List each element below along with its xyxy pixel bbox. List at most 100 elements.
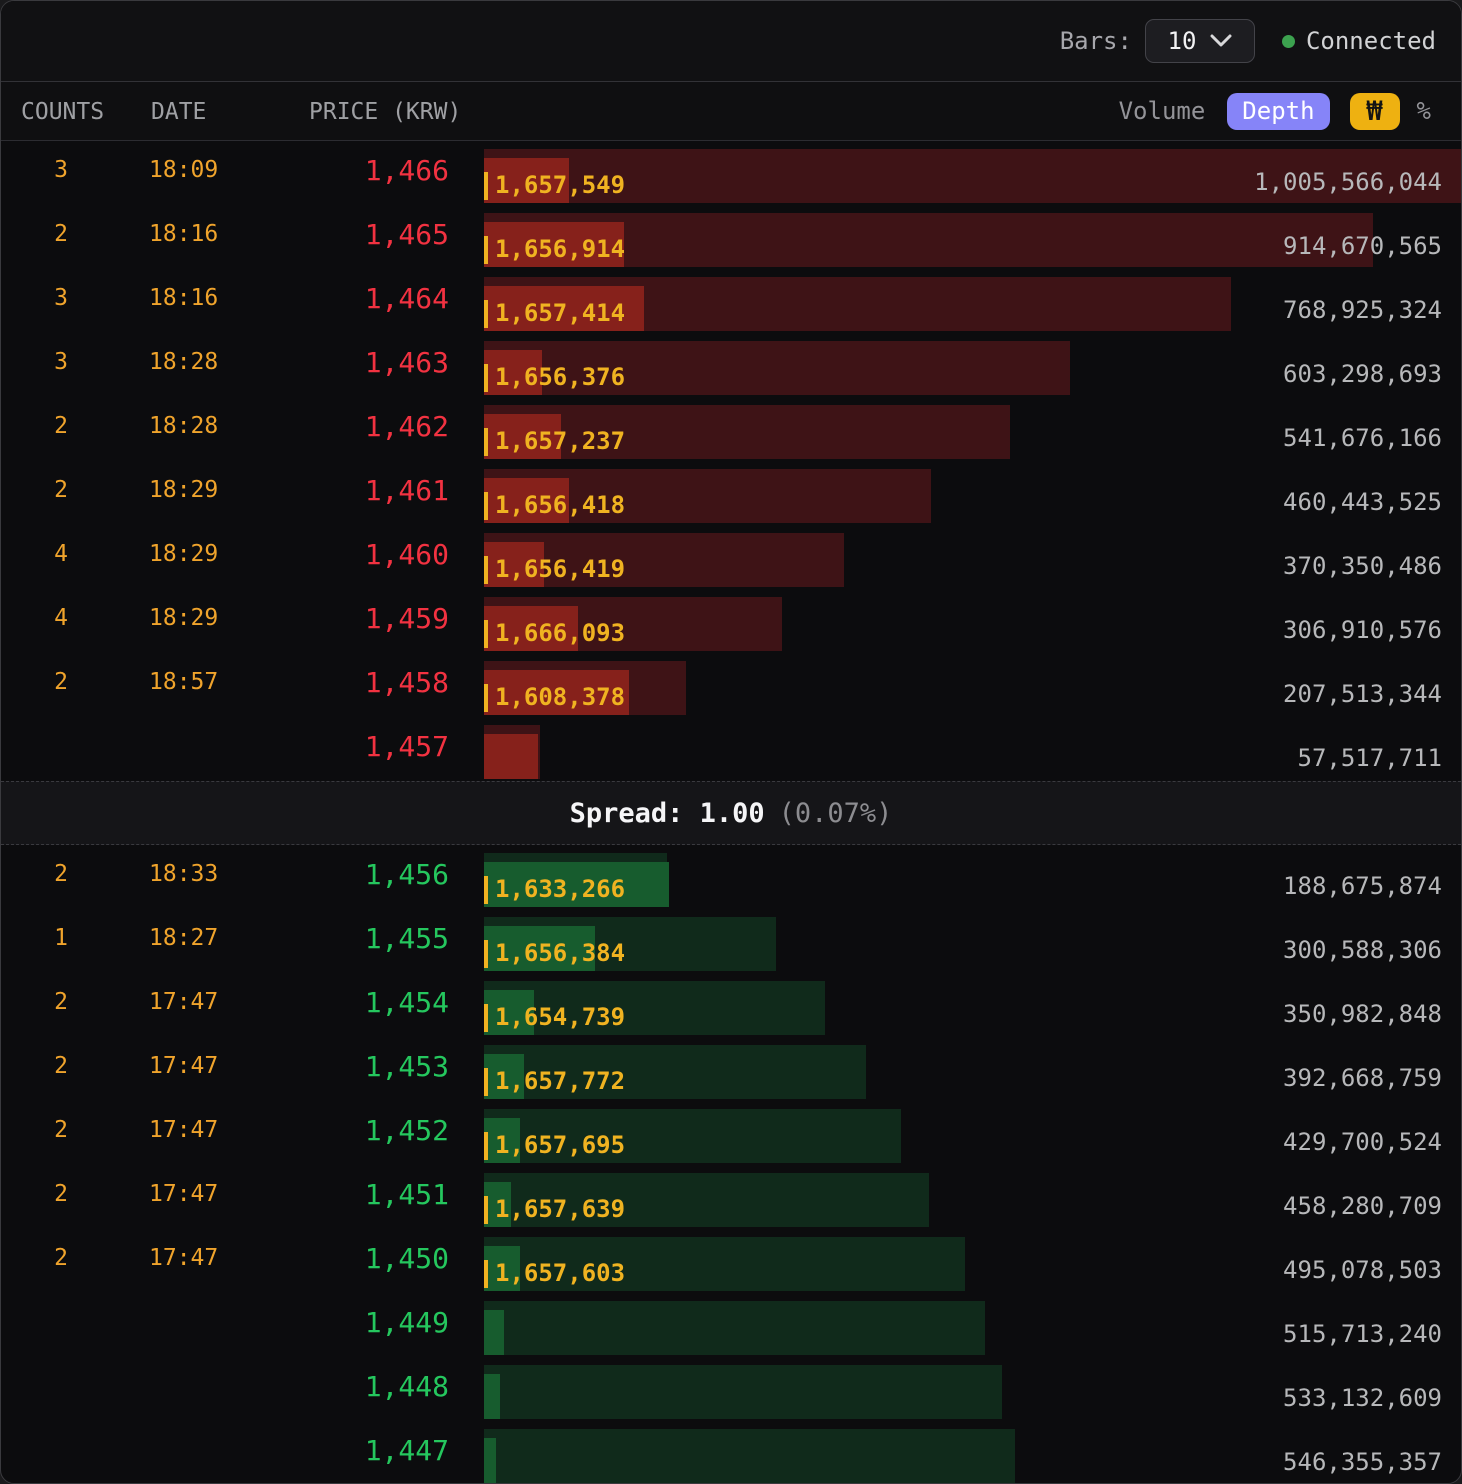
- trade-time: 17:47: [149, 1245, 218, 1271]
- ask-row[interactable]: 1,457 57,517,711: [1, 717, 1461, 781]
- ask-row[interactable]: 218:281,4621,657,237541,676,166: [1, 397, 1461, 461]
- bid-cumulative-depth-bar: [484, 1301, 985, 1355]
- order-count: 2: [39, 413, 83, 439]
- ask-price[interactable]: 1,465: [271, 218, 449, 251]
- ask-row[interactable]: 318:091,4661,657,5491,005,566,044: [1, 141, 1461, 205]
- ask-row[interactable]: 218:571,4581,608,378207,513,344: [1, 653, 1461, 717]
- trade-time: 18:29: [149, 477, 218, 503]
- bid-row[interactable]: 1,449 515,713,240: [1, 1293, 1461, 1357]
- ask-price[interactable]: 1,457: [271, 730, 449, 763]
- order-count: 2: [39, 221, 83, 247]
- ask-volume-label: 1,656,419: [484, 556, 625, 584]
- trade-time: 17:47: [149, 1117, 218, 1143]
- bid-cumulative-depth-value: 392,668,759: [1283, 1064, 1442, 1092]
- trade-time: 18:28: [149, 349, 218, 375]
- order-count: 3: [39, 285, 83, 311]
- percent-toggle[interactable]: %: [1417, 97, 1431, 125]
- bid-cumulative-depth-value: 533,132,609: [1283, 1384, 1442, 1412]
- ask-price[interactable]: 1,460: [271, 538, 449, 571]
- bid-price[interactable]: 1,447: [271, 1434, 449, 1467]
- bid-price[interactable]: 1,451: [271, 1178, 449, 1211]
- trade-time: 17:47: [149, 1181, 218, 1207]
- bid-cumulative-depth-value: 350,982,848: [1283, 1000, 1442, 1028]
- volume-toggle[interactable]: Volume: [1119, 97, 1206, 125]
- bid-row[interactable]: 2 18:33 1,456 1,633,266 188,675,874: [1, 845, 1461, 909]
- bars-select[interactable]: 10: [1145, 19, 1255, 63]
- bid-volume-bar: [484, 1438, 496, 1483]
- ask-cumulative-depth-value: 768,925,324: [1283, 296, 1442, 324]
- ask-price[interactable]: 1,462: [271, 410, 449, 443]
- ask-volume-label: 1,656,376: [484, 364, 625, 392]
- ask-cumulative-depth-value: 57,517,711: [1298, 744, 1443, 772]
- order-count: 2: [39, 861, 83, 887]
- bid-row[interactable]: 217:471,4541,654,739350,982,848: [1, 973, 1461, 1037]
- ask-price[interactable]: 1,466: [271, 154, 449, 187]
- bid-row[interactable]: 1,448 533,132,609: [1, 1357, 1461, 1421]
- bid-row[interactable]: 118:271,4551,656,384300,588,306: [1, 909, 1461, 973]
- bid-price[interactable]: 1,449: [271, 1306, 449, 1339]
- ask-price[interactable]: 1,463: [271, 346, 449, 379]
- bid-row[interactable]: 217:471,4521,657,695429,700,524: [1, 1101, 1461, 1165]
- bid-cumulative-depth-value: 495,078,503: [1283, 1256, 1442, 1284]
- ask-row[interactable]: 418:291,4601,656,419370,350,486: [1, 525, 1461, 589]
- bid-cumulative-depth-value: 458,280,709: [1283, 1192, 1442, 1220]
- price-column-header: PRICE (KRW): [309, 99, 461, 125]
- order-count: 3: [39, 349, 83, 375]
- bid-price[interactable]: 1,455: [271, 922, 449, 955]
- trade-time: 18:28: [149, 413, 218, 439]
- ask-cumulative-depth-value: 914,670,565: [1283, 232, 1442, 260]
- display-mode-toggles: Volume Depth ₩ %: [1119, 82, 1431, 140]
- bars-select-value: 10: [1168, 27, 1197, 55]
- trade-time: 18:16: [149, 285, 218, 311]
- ask-cumulative-depth-value: 207,513,344: [1283, 680, 1442, 708]
- ask-cumulative-depth-value: 370,350,486: [1283, 552, 1442, 580]
- ask-price[interactable]: 1,458: [271, 666, 449, 699]
- depth-toggle[interactable]: Depth: [1227, 93, 1329, 130]
- ask-row[interactable]: 218:291,4611,656,418460,443,525: [1, 461, 1461, 525]
- bid-row[interactable]: 1,447546,355,357: [1, 1421, 1461, 1484]
- order-count: 2: [39, 1053, 83, 1079]
- bid-volume-label: 1,656,384: [484, 940, 625, 968]
- order-count: 3: [39, 157, 83, 183]
- trade-time: 18:33: [149, 861, 218, 887]
- ask-cumulative-depth-value: 306,910,576: [1283, 616, 1442, 644]
- bid-cumulative-depth-value: 515,713,240: [1283, 1320, 1442, 1348]
- ask-row[interactable]: 418:291,4591,666,093306,910,576: [1, 589, 1461, 653]
- bid-cumulative-depth-value: 188,675,874: [1283, 872, 1442, 900]
- ask-row[interactable]: 218:161,4651,656,914914,670,565: [1, 205, 1461, 269]
- bid-price[interactable]: 1,454: [271, 986, 449, 1019]
- ask-cumulative-depth-value: 603,298,693: [1283, 360, 1442, 388]
- order-count: 2: [39, 1245, 83, 1271]
- bid-price[interactable]: 1,453: [271, 1050, 449, 1083]
- bid-price[interactable]: 1,452: [271, 1114, 449, 1147]
- bid-row[interactable]: 217:471,4511,657,639458,280,709: [1, 1165, 1461, 1229]
- bid-volume-label: 1,657,772: [484, 1068, 625, 1096]
- bid-volume-label: 1,633,266: [484, 876, 625, 904]
- trade-time: 18:27: [149, 925, 218, 951]
- connected-dot-icon: [1282, 35, 1295, 48]
- bid-row[interactable]: 217:471,4501,657,603495,078,503: [1, 1229, 1461, 1293]
- date-column-header: DATE: [151, 99, 206, 125]
- ask-volume-label: 1,657,414: [484, 300, 625, 328]
- won-currency-toggle[interactable]: ₩: [1350, 93, 1400, 130]
- chevron-down-icon: [1210, 34, 1232, 48]
- ask-price[interactable]: 1,464: [271, 282, 449, 315]
- ask-price[interactable]: 1,459: [271, 602, 449, 635]
- ask-volume-bar: [484, 734, 538, 779]
- bid-row[interactable]: 2 17:47 1,453 1,657,772 392,668,759: [1, 1037, 1461, 1101]
- bid-cumulative-depth-value: 300,588,306: [1283, 936, 1442, 964]
- bid-price[interactable]: 1,450: [271, 1242, 449, 1275]
- trade-time: 17:47: [149, 1053, 218, 1079]
- orderbook-panel: Bars: 10 Connected COUNTS DATE PRICE (KR…: [0, 0, 1462, 1484]
- ask-price[interactable]: 1,461: [271, 474, 449, 507]
- bid-price[interactable]: 1,448: [271, 1370, 449, 1403]
- ask-row[interactable]: 3 18:16 1,464 1,657,414 768,925,324: [1, 269, 1461, 333]
- order-count: 2: [39, 1181, 83, 1207]
- ask-row[interactable]: 3 18:28 1,463 1,656,376 603,298,693: [1, 333, 1461, 397]
- ask-cumulative-depth-value: 541,676,166: [1283, 424, 1442, 452]
- bid-price[interactable]: 1,456: [271, 858, 449, 891]
- trade-time: 18:29: [149, 605, 218, 631]
- ask-rows: 318:091,4661,657,5491,005,566,044218:161…: [1, 141, 1461, 781]
- trade-time: 17:47: [149, 989, 218, 1015]
- trade-time: 18:57: [149, 669, 218, 695]
